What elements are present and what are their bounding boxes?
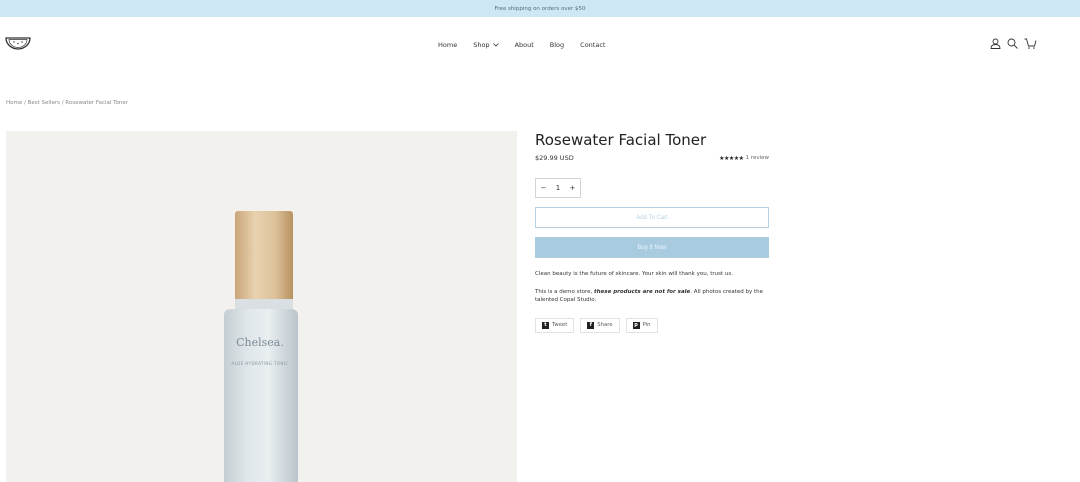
- product-price: $29.99 USD: [535, 154, 574, 162]
- demo-notice-bold: these products are not for sale: [594, 288, 691, 295]
- tweet-label: Tweet: [552, 322, 568, 328]
- product-image[interactable]: Chelsea. ALOE HYDRATING TONIC: [6, 131, 517, 482]
- share-label: Share: [597, 322, 613, 328]
- breadcrumb[interactable]: Home / Best Sellers / Rosewater Facial T…: [6, 100, 128, 106]
- nav-home[interactable]: Home: [438, 41, 457, 49]
- qty-value[interactable]: 1: [556, 184, 560, 192]
- price-row: $29.99 USD ★★★★★ 1 review: [535, 154, 769, 162]
- pinterest-icon: p: [632, 321, 640, 329]
- announcement-bar: Free shipping on orders over $50: [0, 0, 1080, 17]
- product-details: Rosewater Facial Toner $29.99 USD ★★★★★ …: [535, 131, 769, 333]
- qty-increase-button[interactable]: +: [569, 184, 575, 192]
- bottle-brand: Chelsea.: [236, 336, 284, 349]
- rating[interactable]: ★★★★★ 1 review: [719, 155, 769, 162]
- quantity-stepper: − 1 +: [535, 178, 581, 198]
- facebook-icon: f: [587, 321, 595, 329]
- share-button[interactable]: f Share: [580, 317, 620, 333]
- star-rating-icon: ★★★★★: [719, 154, 744, 162]
- nav-about[interactable]: About: [515, 41, 534, 49]
- product-description: Clean beauty is the future of skincare. …: [535, 271, 733, 277]
- search-icon[interactable]: [1007, 38, 1018, 49]
- bottle-illustration: Chelsea. ALOE HYDRATING TONIC: [218, 211, 302, 482]
- product-title: Rosewater Facial Toner: [535, 131, 707, 149]
- nav-contact[interactable]: Contact: [580, 41, 605, 49]
- cart-icon[interactable]: [1024, 38, 1037, 49]
- add-to-cart-button[interactable]: Add To Cart: [535, 207, 769, 228]
- twitter-icon: t: [542, 321, 549, 329]
- tweet-button[interactable]: t Tweet: [535, 317, 575, 333]
- demo-notice-prefix: This is a demo store,: [535, 288, 595, 295]
- nav-shop-label: Shop: [473, 41, 490, 49]
- nav-blog[interactable]: Blog: [550, 41, 564, 49]
- announcement-text: Free shipping on orders over $50: [494, 5, 586, 12]
- buy-now-button[interactable]: Buy It Now: [535, 237, 769, 258]
- site-header: Home Shop About Blog Contact: [0, 17, 1080, 75]
- qty-decrease-button[interactable]: −: [541, 184, 547, 192]
- bottle-subtitle: ALOE HYDRATING TONIC: [231, 361, 289, 366]
- pin-button[interactable]: p Pin: [625, 317, 658, 333]
- demo-notice: This is a demo store, these products are…: [535, 288, 769, 305]
- header-icons: [990, 38, 1037, 49]
- nav-shop[interactable]: Shop: [473, 41, 499, 49]
- main-nav: Home Shop About Blog Contact: [438, 41, 605, 49]
- pin-label: Pin: [642, 322, 651, 328]
- account-icon[interactable]: [990, 38, 1001, 49]
- review-count: 1 review: [745, 155, 769, 161]
- watermelon-logo-icon[interactable]: [5, 36, 31, 50]
- share-buttons: t Tweet f Share p Pin: [535, 317, 769, 333]
- chevron-down-icon: [492, 43, 499, 47]
